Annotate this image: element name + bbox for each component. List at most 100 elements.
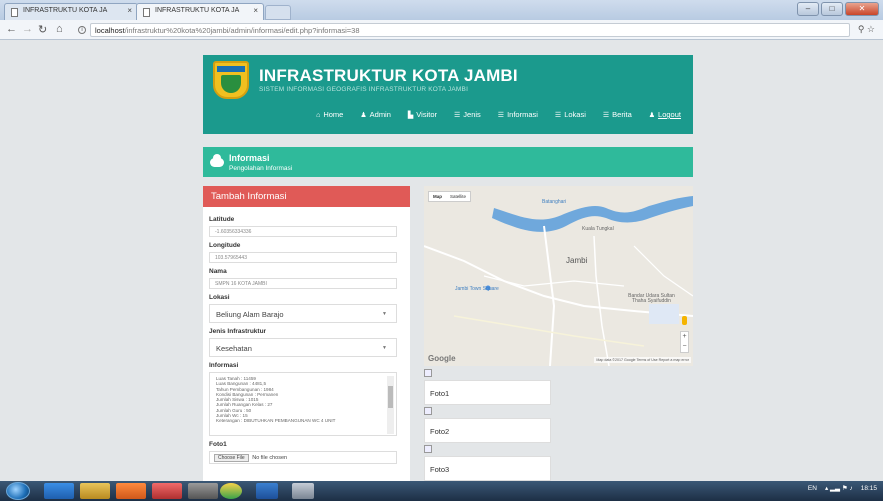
jenis-selected-value: Kesehatan [216,344,252,353]
home-icon[interactable]: ⌂ [56,23,63,35]
nav-home[interactable]: ⌂ Home [316,110,343,119]
reload-icon[interactable]: ↻ [38,23,47,36]
page-icon [11,8,18,17]
user-icon: ♟ [360,112,367,119]
list-icon: ☰ [497,112,505,119]
foto1-card: Foto1 [424,380,551,405]
cloud-icon [210,154,224,167]
list-icon: ☰ [602,112,610,119]
map-attribution[interactable]: Map data ©2017 Google Terms of Use Repor… [594,357,691,363]
nav-jenis[interactable]: ☰ Jenis [454,110,481,119]
nav-label: Berita [612,110,632,119]
map-type-satellite[interactable]: Satellite [446,192,470,201]
nav-label: Logout [658,110,681,119]
map-label-kuala-tungkal: Kuala Tungkal [582,226,614,232]
xampp-taskbar-icon[interactable] [116,483,146,499]
nav-lokasi[interactable]: ☰ Lokasi [555,110,586,119]
home-icon: ⌂ [316,112,321,119]
foto1-caption: Foto1 [430,389,450,398]
nama-input[interactable]: SMPN 16 KOTA JAMBI [209,278,397,289]
chrome-taskbar-icon[interactable] [220,483,242,499]
tab-strip: INFRASTRUKTU KOTA JA × INFRASTRUKTU KOTA… [0,0,883,20]
new-tab-button[interactable] [265,5,291,20]
nav-label: Admin [369,110,391,119]
street-view-pegman-icon[interactable] [682,316,687,325]
textarea-scrollbar[interactable] [387,376,394,434]
nama-label: Nama [209,268,227,275]
lokasi-label: Lokasi [209,294,230,301]
close-window-button[interactable]: ✕ [845,2,879,16]
content-container: INFRASTRUKTUR KOTA JAMBI SISTEM INFORMAS… [203,55,693,481]
info-icon[interactable]: i [78,26,86,34]
browser-tab-2[interactable]: INFRASTRUKTU KOTA JA × [136,3,264,20]
app-taskbar-icon[interactable] [152,483,182,499]
list-icon: ☰ [454,112,461,119]
map-label-airport: Bandar Udara Sultan Thaha Syaifuddin [628,293,675,304]
browser-tab-1[interactable]: INFRASTRUKTU KOTA JA × [4,3,138,20]
main-nav: ⌂ Home ♟ Admin ▙ Visitor ☰ Jenis ☰ Informasi … [316,110,681,119]
nav-visitor[interactable]: ▙ Visitor [408,110,437,119]
tab-close-icon[interactable]: × [253,6,258,15]
section-subtitle: Pengolahan Informasi [229,165,293,172]
url-path: /infrastruktur%20kota%20jambi/admin/info… [124,26,360,35]
system-tray: EN ▴ ▂▃ ⚑ ♪ 18:15 [808,484,877,493]
informasi-textarea[interactable]: Luas Tanah : 11459 Luas Bangunan : 4481,… [209,372,397,436]
informasi-label: Informasi [209,362,239,369]
word-taskbar-icon[interactable] [256,483,278,499]
nav-berita[interactable]: ☰ Berita [603,110,632,119]
choose-file-button[interactable]: Choose File [214,454,249,462]
list-icon: ☰ [554,112,562,119]
browser-chrome: INFRASTRUKTU KOTA JA × INFRASTRUKTU KOTA… [0,0,883,40]
explorer-taskbar-icon[interactable] [80,483,110,499]
ie-taskbar-icon[interactable] [44,483,74,499]
latitude-input[interactable]: -1.60356334336 [209,226,397,237]
nav-label: Visitor [416,110,437,119]
language-indicator[interactable]: EN [808,485,817,492]
form-panel: Tambah Informasi Latitude -1.60356334336… [203,186,410,481]
jenis-select[interactable]: Kesehatan ▼ [209,338,397,357]
zoom-star-icons[interactable]: ⚲ ☆ [858,24,875,35]
tray-icons[interactable]: ▴ ▂▃ ⚑ ♪ [825,484,853,492]
tab-close-icon[interactable]: × [127,6,132,15]
nav-label: Jenis [463,110,481,119]
nav-logout[interactable]: ♟ Logout [649,110,681,119]
lokasi-selected-value: Beliung Alam Barajo [216,310,284,319]
zoom-control[interactable]: + − [680,331,689,353]
nav-label: Lokasi [564,110,586,119]
foto1-file-input[interactable]: Choose File No file chosen [209,451,397,464]
minimize-button[interactable]: – [797,2,819,16]
map-label-river: Batanghari [542,199,567,205]
nav-informasi[interactable]: ☰ Informasi [498,110,538,119]
map-type-map[interactable]: Map [429,192,446,201]
foto3-image-icon [424,445,432,453]
window-controls: – □ ✕ [797,2,879,16]
latitude-label: Latitude [209,216,235,223]
site-subtitle: SISTEM INFORMASI GEOGRAFIS INFRASTRUKTUR… [259,86,469,93]
tab-label: INFRASTRUKTU KOTA JA [155,7,240,14]
page-viewport: INFRASTRUKTUR KOTA JAMBI SISTEM INFORMAS… [0,40,883,481]
section-banner: Informasi Pengolahan Informasi [203,147,693,177]
google-map[interactable]: Map Satellite Batanghari Kuala Tungkal J… [424,186,693,366]
nav-label: Informasi [507,110,538,119]
url-host: localhost [95,26,125,35]
windows-taskbar: EN ▴ ▂▃ ⚑ ♪ 18:15 [0,481,883,501]
longitude-input[interactable]: 103.57965443 [209,252,397,263]
browser-toolbar: ← → ↻ ⌂ i localhost/infrastruktur%20kota… [0,20,883,40]
tool-taskbar-icon[interactable] [292,483,314,499]
foto2-caption: Foto2 [430,427,450,436]
forward-icon[interactable]: → [22,23,33,35]
chevron-down-icon: ▼ [382,345,387,351]
address-bar[interactable]: localhost/infrastruktur%20kota%20jambi/a… [90,23,850,37]
site-header: INFRASTRUKTUR KOTA JAMBI SISTEM INFORMAS… [203,55,693,134]
clock[interactable]: 18:15 [861,485,877,492]
nav-admin[interactable]: ♟ Admin [360,110,391,119]
lokasi-select[interactable]: Beliung Alam Barajo ▼ [209,304,397,323]
map-type-control[interactable]: Map Satellite [428,191,472,202]
tab-label: INFRASTRUKTU KOTA JA [23,7,108,14]
maximize-button[interactable]: □ [821,2,843,16]
map-label-jambi: Jambi [566,256,588,265]
back-icon[interactable]: ← [6,23,17,35]
foto2-image-icon [424,407,432,415]
start-button[interactable] [6,482,30,500]
app2-taskbar-icon[interactable] [188,483,218,499]
